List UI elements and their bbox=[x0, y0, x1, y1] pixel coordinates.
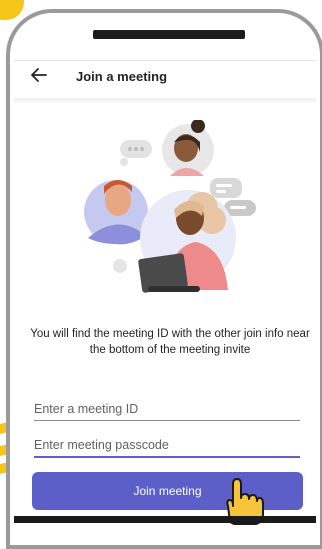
back-button[interactable] bbox=[28, 64, 50, 86]
home-indicator-bar bbox=[14, 516, 316, 523]
yellow-accent-corner bbox=[0, 0, 24, 20]
app-header: Join a meeting bbox=[14, 61, 314, 97]
meeting-illustration bbox=[84, 120, 256, 293]
page-title: Join a meeting bbox=[76, 69, 168, 84]
meeting-passcode-input[interactable] bbox=[34, 434, 300, 458]
header-shadow bbox=[14, 98, 316, 104]
meeting-id-hint: You will find the meeting ID with the ot… bbox=[30, 328, 310, 356]
meeting-id-input[interactable] bbox=[34, 398, 300, 421]
arrow-left-icon bbox=[31, 68, 47, 82]
phone-speaker-notch bbox=[93, 30, 245, 39]
